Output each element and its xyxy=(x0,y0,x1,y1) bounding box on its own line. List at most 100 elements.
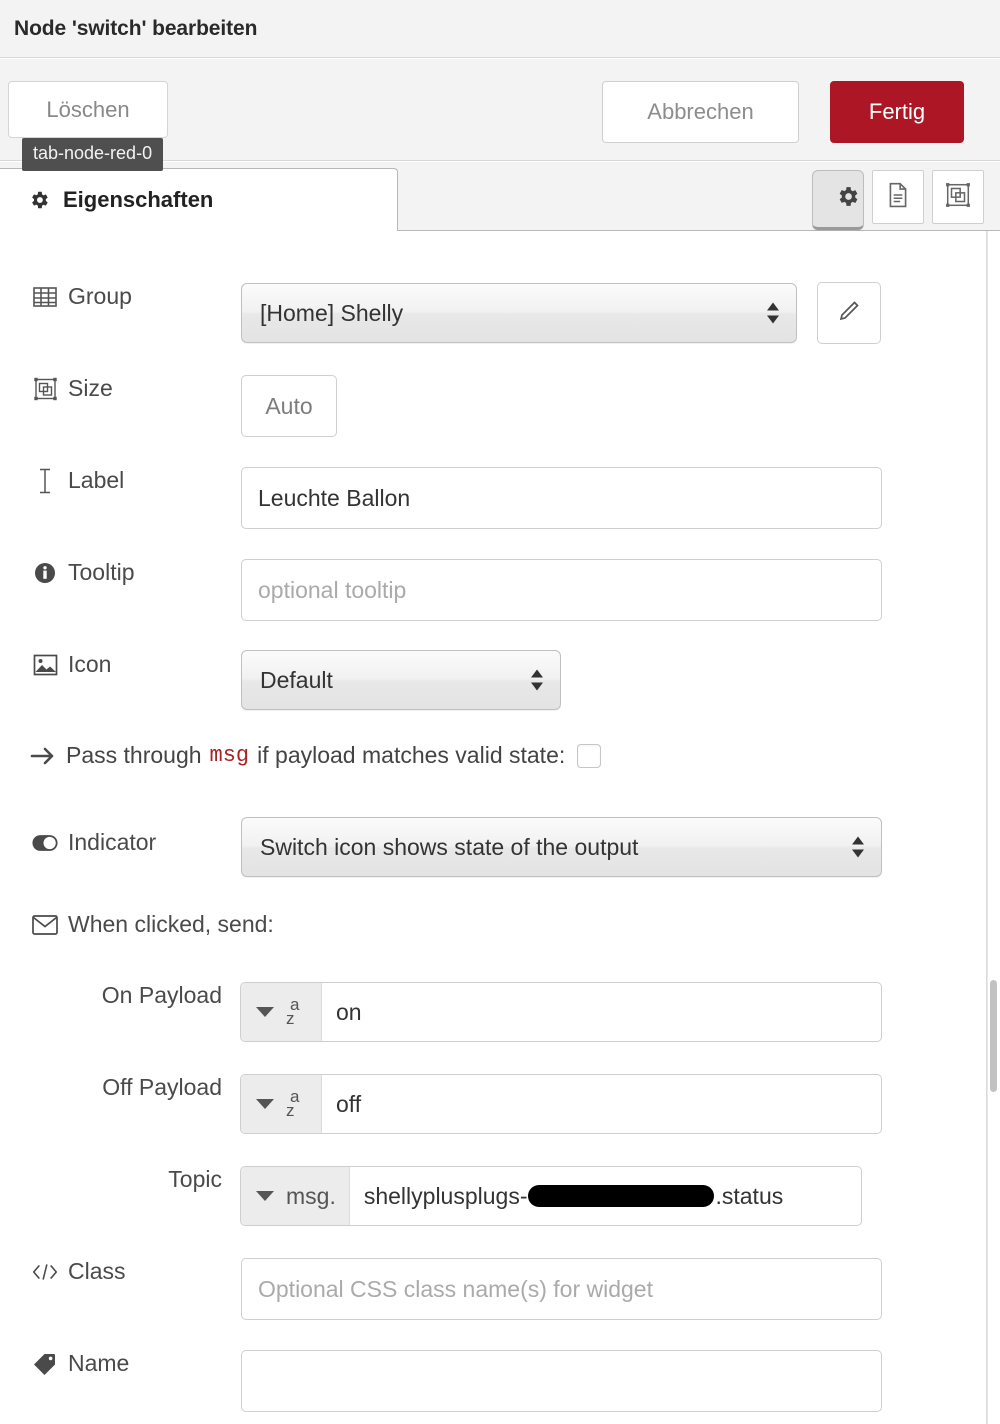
delete-button[interactable]: Löschen xyxy=(8,81,168,138)
topic-type-label: msg. xyxy=(286,1182,336,1209)
object-group-icon xyxy=(32,376,58,402)
class-input[interactable]: Optional CSS class name(s) for widget xyxy=(241,1258,882,1320)
name-label-text: Name xyxy=(68,1350,130,1376)
indicator-select[interactable]: Switch icon shows state of the output xyxy=(241,817,882,877)
properties-form: Group [Home] Shelly Size Auto Label Leuc… xyxy=(0,231,990,1424)
chevron-down-icon xyxy=(256,1007,274,1017)
topic-typed-input[interactable]: msg. shellyplusplugs- .status xyxy=(240,1166,862,1226)
when-clicked-label: When clicked, send: xyxy=(32,911,274,938)
name-input[interactable] xyxy=(241,1350,882,1412)
tab-bar: Eigenschaften xyxy=(0,162,1000,231)
done-button[interactable]: Fertig xyxy=(830,81,964,143)
on-payload-type-button[interactable]: az xyxy=(241,983,322,1041)
when-clicked-label-text: When clicked, send: xyxy=(68,911,274,937)
updown-arrows-icon xyxy=(851,836,865,858)
on-payload-value[interactable]: on xyxy=(322,983,881,1041)
tab-icon-properties[interactable] xyxy=(812,170,864,230)
arrow-right-icon xyxy=(30,743,56,769)
size-label-row: Size xyxy=(32,375,152,402)
indicator-select-value: Switch icon shows state of the output xyxy=(260,833,639,860)
cancel-button[interactable]: Abbrechen xyxy=(602,81,799,143)
group-label-row: Group xyxy=(32,283,152,310)
toggle-on-icon xyxy=(32,830,58,856)
tab-icon-appearance[interactable] xyxy=(932,170,984,224)
redaction-bar xyxy=(528,1185,715,1207)
off-payload-value[interactable]: off xyxy=(322,1075,881,1133)
chevron-down-icon xyxy=(256,1191,274,1201)
indicator-label-row: Indicator xyxy=(32,829,212,856)
appearance-icon xyxy=(945,182,971,213)
group-edit-button[interactable] xyxy=(817,282,881,344)
when-clicked-row: When clicked, send: xyxy=(32,911,274,938)
off-payload-type-button[interactable]: az xyxy=(241,1075,322,1133)
icon-label-row: Icon xyxy=(32,651,162,678)
tab-properties[interactable]: Eigenschaften xyxy=(0,168,398,231)
tooltip-input[interactable]: optional tooltip xyxy=(241,559,882,621)
group-select-value: [Home] Shelly xyxy=(260,299,404,326)
string-type-icon: az xyxy=(286,995,300,1028)
topic-value-suffix: .status xyxy=(715,1182,784,1209)
topic-type-button[interactable]: msg. xyxy=(241,1167,350,1225)
chevron-down-icon xyxy=(256,1099,274,1109)
passthrough-checkbox[interactable] xyxy=(577,743,602,768)
topic-label-row: Topic xyxy=(32,1166,222,1193)
indicator-label: Indicator xyxy=(32,829,156,856)
passthrough-text-before: Pass through xyxy=(66,742,202,768)
label-label-text: Label xyxy=(68,467,125,493)
off-payload-label-text: Off Payload xyxy=(102,1074,222,1100)
group-select[interactable]: [Home] Shelly xyxy=(241,283,797,343)
icon-select-value: Default xyxy=(260,666,333,693)
on-payload-label: On Payload xyxy=(32,982,222,1009)
scrollbar-track[interactable] xyxy=(987,231,1000,1424)
tag-icon xyxy=(32,1351,58,1377)
topic-value-prefix: shellyplusplugs- xyxy=(363,1182,528,1209)
label-input[interactable]: Leuchte Ballon xyxy=(241,467,882,529)
code-icon xyxy=(32,1259,58,1285)
table-icon xyxy=(32,284,58,310)
topic-value[interactable]: shellyplusplugs- .status xyxy=(350,1167,861,1225)
icon-select[interactable]: Default xyxy=(241,650,561,710)
class-label-row: Class xyxy=(32,1258,192,1285)
passthrough-text-after: if payload matches valid state: xyxy=(257,742,566,768)
node-edit-dialog: Node 'switch' bearbeiten Löschen Abbrech… xyxy=(0,0,1000,1424)
label-label: Label xyxy=(32,467,124,494)
group-label-text: Group xyxy=(68,283,132,309)
name-label: Name xyxy=(32,1350,129,1377)
document-icon xyxy=(886,182,910,213)
topic-label: Topic xyxy=(32,1166,222,1193)
label-label-row: Label xyxy=(32,467,152,494)
tab-icon-group xyxy=(812,170,984,230)
size-button[interactable]: Auto xyxy=(241,375,337,437)
tooltip-popup: tab-node-red-0 xyxy=(22,138,164,171)
updown-arrows-icon xyxy=(530,669,544,691)
indicator-label-text: Indicator xyxy=(68,829,157,855)
off-payload-typed-input[interactable]: az off xyxy=(240,1074,882,1134)
size-label: Size xyxy=(32,375,113,402)
envelope-icon xyxy=(32,912,58,938)
tooltip-label-text: Tooltip xyxy=(68,559,135,585)
icon-label: Icon xyxy=(32,651,111,678)
tab-properties-label: Eigenschaften xyxy=(63,187,214,212)
tab-icon-description[interactable] xyxy=(872,170,924,224)
page-title: Node 'switch' bearbeiten xyxy=(14,16,258,40)
icon-label-text: Icon xyxy=(68,651,112,677)
on-payload-label-text: On Payload xyxy=(101,982,222,1008)
gear-icon xyxy=(26,187,52,213)
on-payload-label-row: On Payload xyxy=(32,982,222,1009)
tooltip-label-row: Tooltip xyxy=(32,559,192,586)
name-label-row: Name xyxy=(32,1350,192,1377)
off-payload-label-row: Off Payload xyxy=(32,1074,222,1101)
dialog-title-bar: Node 'switch' bearbeiten xyxy=(0,0,1000,58)
size-label-text: Size xyxy=(68,375,113,401)
text-cursor-icon xyxy=(32,468,58,494)
scrollbar-thumb[interactable] xyxy=(990,980,997,1092)
on-payload-typed-input[interactable]: az on xyxy=(240,982,882,1042)
class-label: Class xyxy=(32,1258,126,1285)
class-label-text: Class xyxy=(68,1258,126,1284)
off-payload-label: Off Payload xyxy=(32,1074,222,1101)
passthrough-row: Pass through msg if payload matches vali… xyxy=(30,742,602,769)
group-label: Group xyxy=(32,283,132,310)
string-type-icon: az xyxy=(286,1087,300,1120)
tooltip-label: Tooltip xyxy=(32,559,134,586)
image-icon xyxy=(32,652,58,678)
